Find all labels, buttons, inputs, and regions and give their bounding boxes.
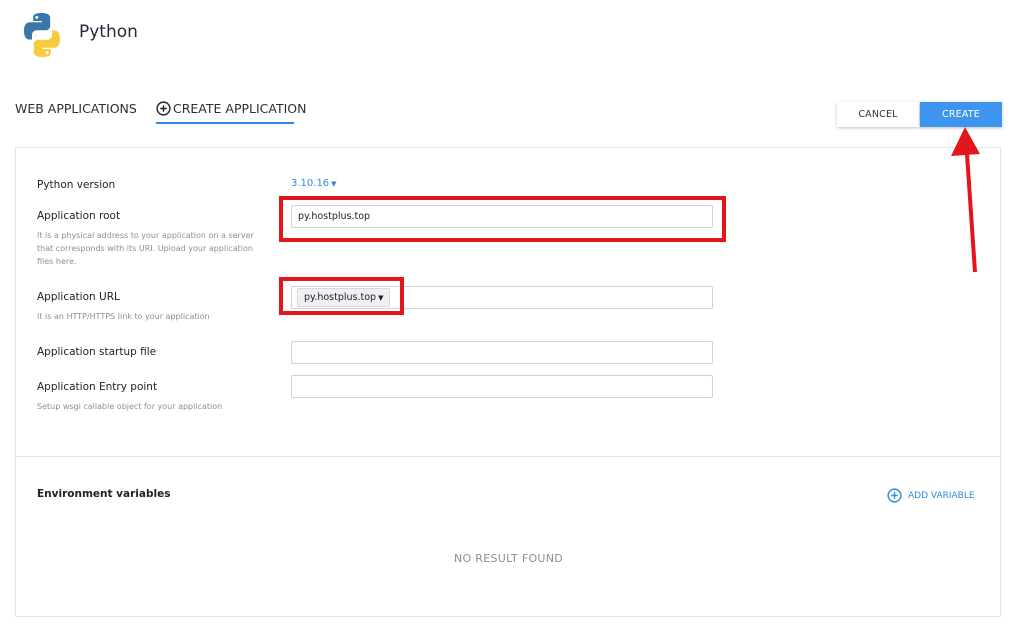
section-divider bbox=[15, 456, 1001, 457]
highlight-box-domain bbox=[279, 277, 404, 315]
cancel-button[interactable]: CANCEL bbox=[837, 102, 919, 127]
python-version-label: Python version bbox=[37, 179, 116, 191]
add-variable-label: ADD VARIABLE bbox=[908, 490, 975, 501]
application-root-help: It is a physical address to your applica… bbox=[37, 231, 254, 266]
tab-create-application[interactable]: CREATE APPLICATION bbox=[156, 101, 307, 116]
plus-circle-icon bbox=[887, 488, 902, 503]
entry-point-input[interactable] bbox=[291, 375, 713, 398]
entry-point-label: Application Entry point bbox=[37, 381, 158, 393]
python-version-value: 3.10.16 bbox=[291, 178, 330, 189]
chevron-down-icon: ▼ bbox=[331, 180, 337, 188]
tab-web-applications[interactable]: WEB APPLICATIONS bbox=[15, 101, 137, 116]
application-url-help: It is an HTTP/HTTPS link to your applica… bbox=[37, 312, 210, 321]
environment-variables-title: Environment variables bbox=[37, 488, 171, 500]
startup-file-input[interactable] bbox=[291, 341, 713, 364]
application-root-label: Application root bbox=[37, 210, 121, 222]
tab-create-application-label: CREATE APPLICATION bbox=[173, 101, 307, 116]
annotation-arrow-icon bbox=[951, 127, 980, 273]
startup-file-label: Application startup file bbox=[37, 346, 157, 358]
add-variable-button[interactable]: ADD VARIABLE bbox=[887, 488, 975, 503]
highlight-box-application-root bbox=[279, 196, 726, 242]
python-logo-icon bbox=[24, 13, 60, 57]
page-title: Python bbox=[79, 22, 138, 42]
python-version-select[interactable]: 3.10.16 ▼ bbox=[291, 178, 337, 189]
active-tab-indicator bbox=[156, 122, 294, 124]
entry-point-help: Setup wsgi callable object for your appl… bbox=[37, 402, 223, 411]
plus-circle-icon bbox=[156, 101, 171, 116]
application-url-label: Application URL bbox=[37, 291, 120, 303]
empty-state-text: NO RESULT FOUND bbox=[454, 552, 564, 565]
